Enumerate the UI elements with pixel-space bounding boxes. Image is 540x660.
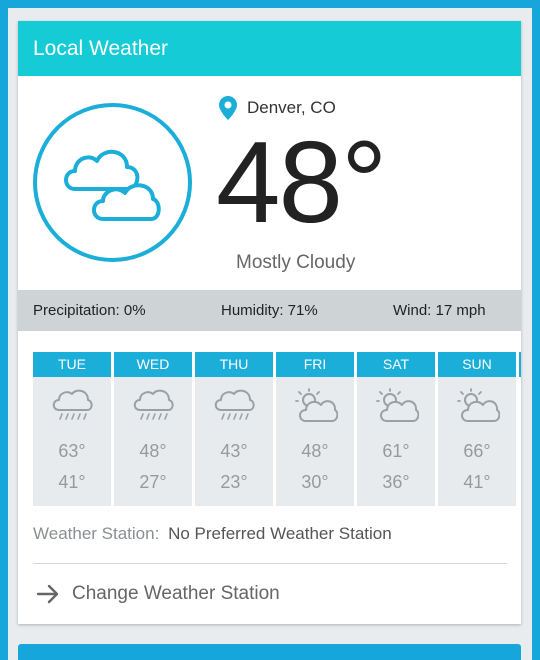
forecast-high: 48° [139, 441, 167, 461]
forecast-day: FRI 48° 30° [276, 352, 354, 506]
forecast-low: 41° [58, 472, 86, 492]
forecast-low: 27° [139, 472, 167, 492]
divider [33, 563, 507, 564]
change-weather-station-button[interactable]: Change Weather Station [36, 583, 280, 605]
weather-station-label: Weather Station: [33, 524, 160, 543]
rain-icon [133, 389, 174, 420]
forecast-low: 23° [220, 472, 248, 492]
widget-header: Local Weather [18, 21, 521, 76]
forecast-day: SAT 61° 36° [357, 352, 435, 506]
wind-stat: Wind: 17 mph [393, 302, 486, 319]
forecast-day-name: TUE [33, 352, 111, 377]
forecast-low: 41° [463, 472, 491, 492]
forecast-day: SUN 66° 41° [438, 352, 516, 506]
forecast-day: TUE 63° 41° [33, 352, 111, 506]
cloudy-icon [64, 150, 161, 221]
forecast-high: 66° [463, 441, 491, 461]
precipitation-stat: Precipitation: 0% [33, 302, 146, 319]
partly-cloudy-icon [457, 388, 500, 422]
forecast-high: 48° [301, 441, 329, 461]
partly-cloudy-icon [295, 388, 338, 422]
forecast-next-day-edge [519, 352, 521, 377]
current-conditions: Denver, CO 48° Mostly Cloudy [18, 76, 521, 290]
change-weather-station-label: Change Weather Station [72, 583, 280, 604]
forecast-day: WED 48° 27° [114, 352, 192, 506]
forecast-day-name: THU [195, 352, 273, 377]
forecast-day-name: SUN [438, 352, 516, 377]
forecast-strip[interactable]: TUE 63° 41° WED 48° 27° THU 43° 23° FRI [33, 352, 521, 506]
forecast-high: 63° [58, 441, 86, 461]
widget-title: Local Weather [33, 37, 169, 60]
location-name: Denver, CO [247, 98, 336, 117]
weather-station: Weather Station: No Preferred Weather St… [33, 524, 392, 544]
humidity-stat: Humidity: 71% [221, 302, 318, 319]
forecast-high: 61° [382, 441, 410, 461]
rain-icon [52, 389, 93, 420]
forecast-day-name: FRI [276, 352, 354, 377]
partly-cloudy-icon [376, 388, 419, 422]
forecast-day: THU 43° 23° [195, 352, 273, 506]
current-icon-circle [33, 103, 192, 262]
current-temperature: 48° [216, 117, 387, 247]
forecast-low: 30° [301, 472, 329, 492]
rain-icon [214, 389, 255, 420]
forecast-high: 43° [220, 441, 248, 461]
stats-bar: Precipitation: 0% Humidity: 71% Wind: 17… [18, 290, 521, 331]
forecast-day-name: SAT [357, 352, 435, 377]
forecast-low: 36° [382, 472, 410, 492]
weather-station-value: No Preferred Weather Station [168, 524, 392, 543]
next-widget-header-edge [18, 644, 521, 660]
forecast-day-name: WED [114, 352, 192, 377]
arrow-right-icon [36, 584, 59, 604]
current-condition: Mostly Cloudy [236, 252, 356, 273]
